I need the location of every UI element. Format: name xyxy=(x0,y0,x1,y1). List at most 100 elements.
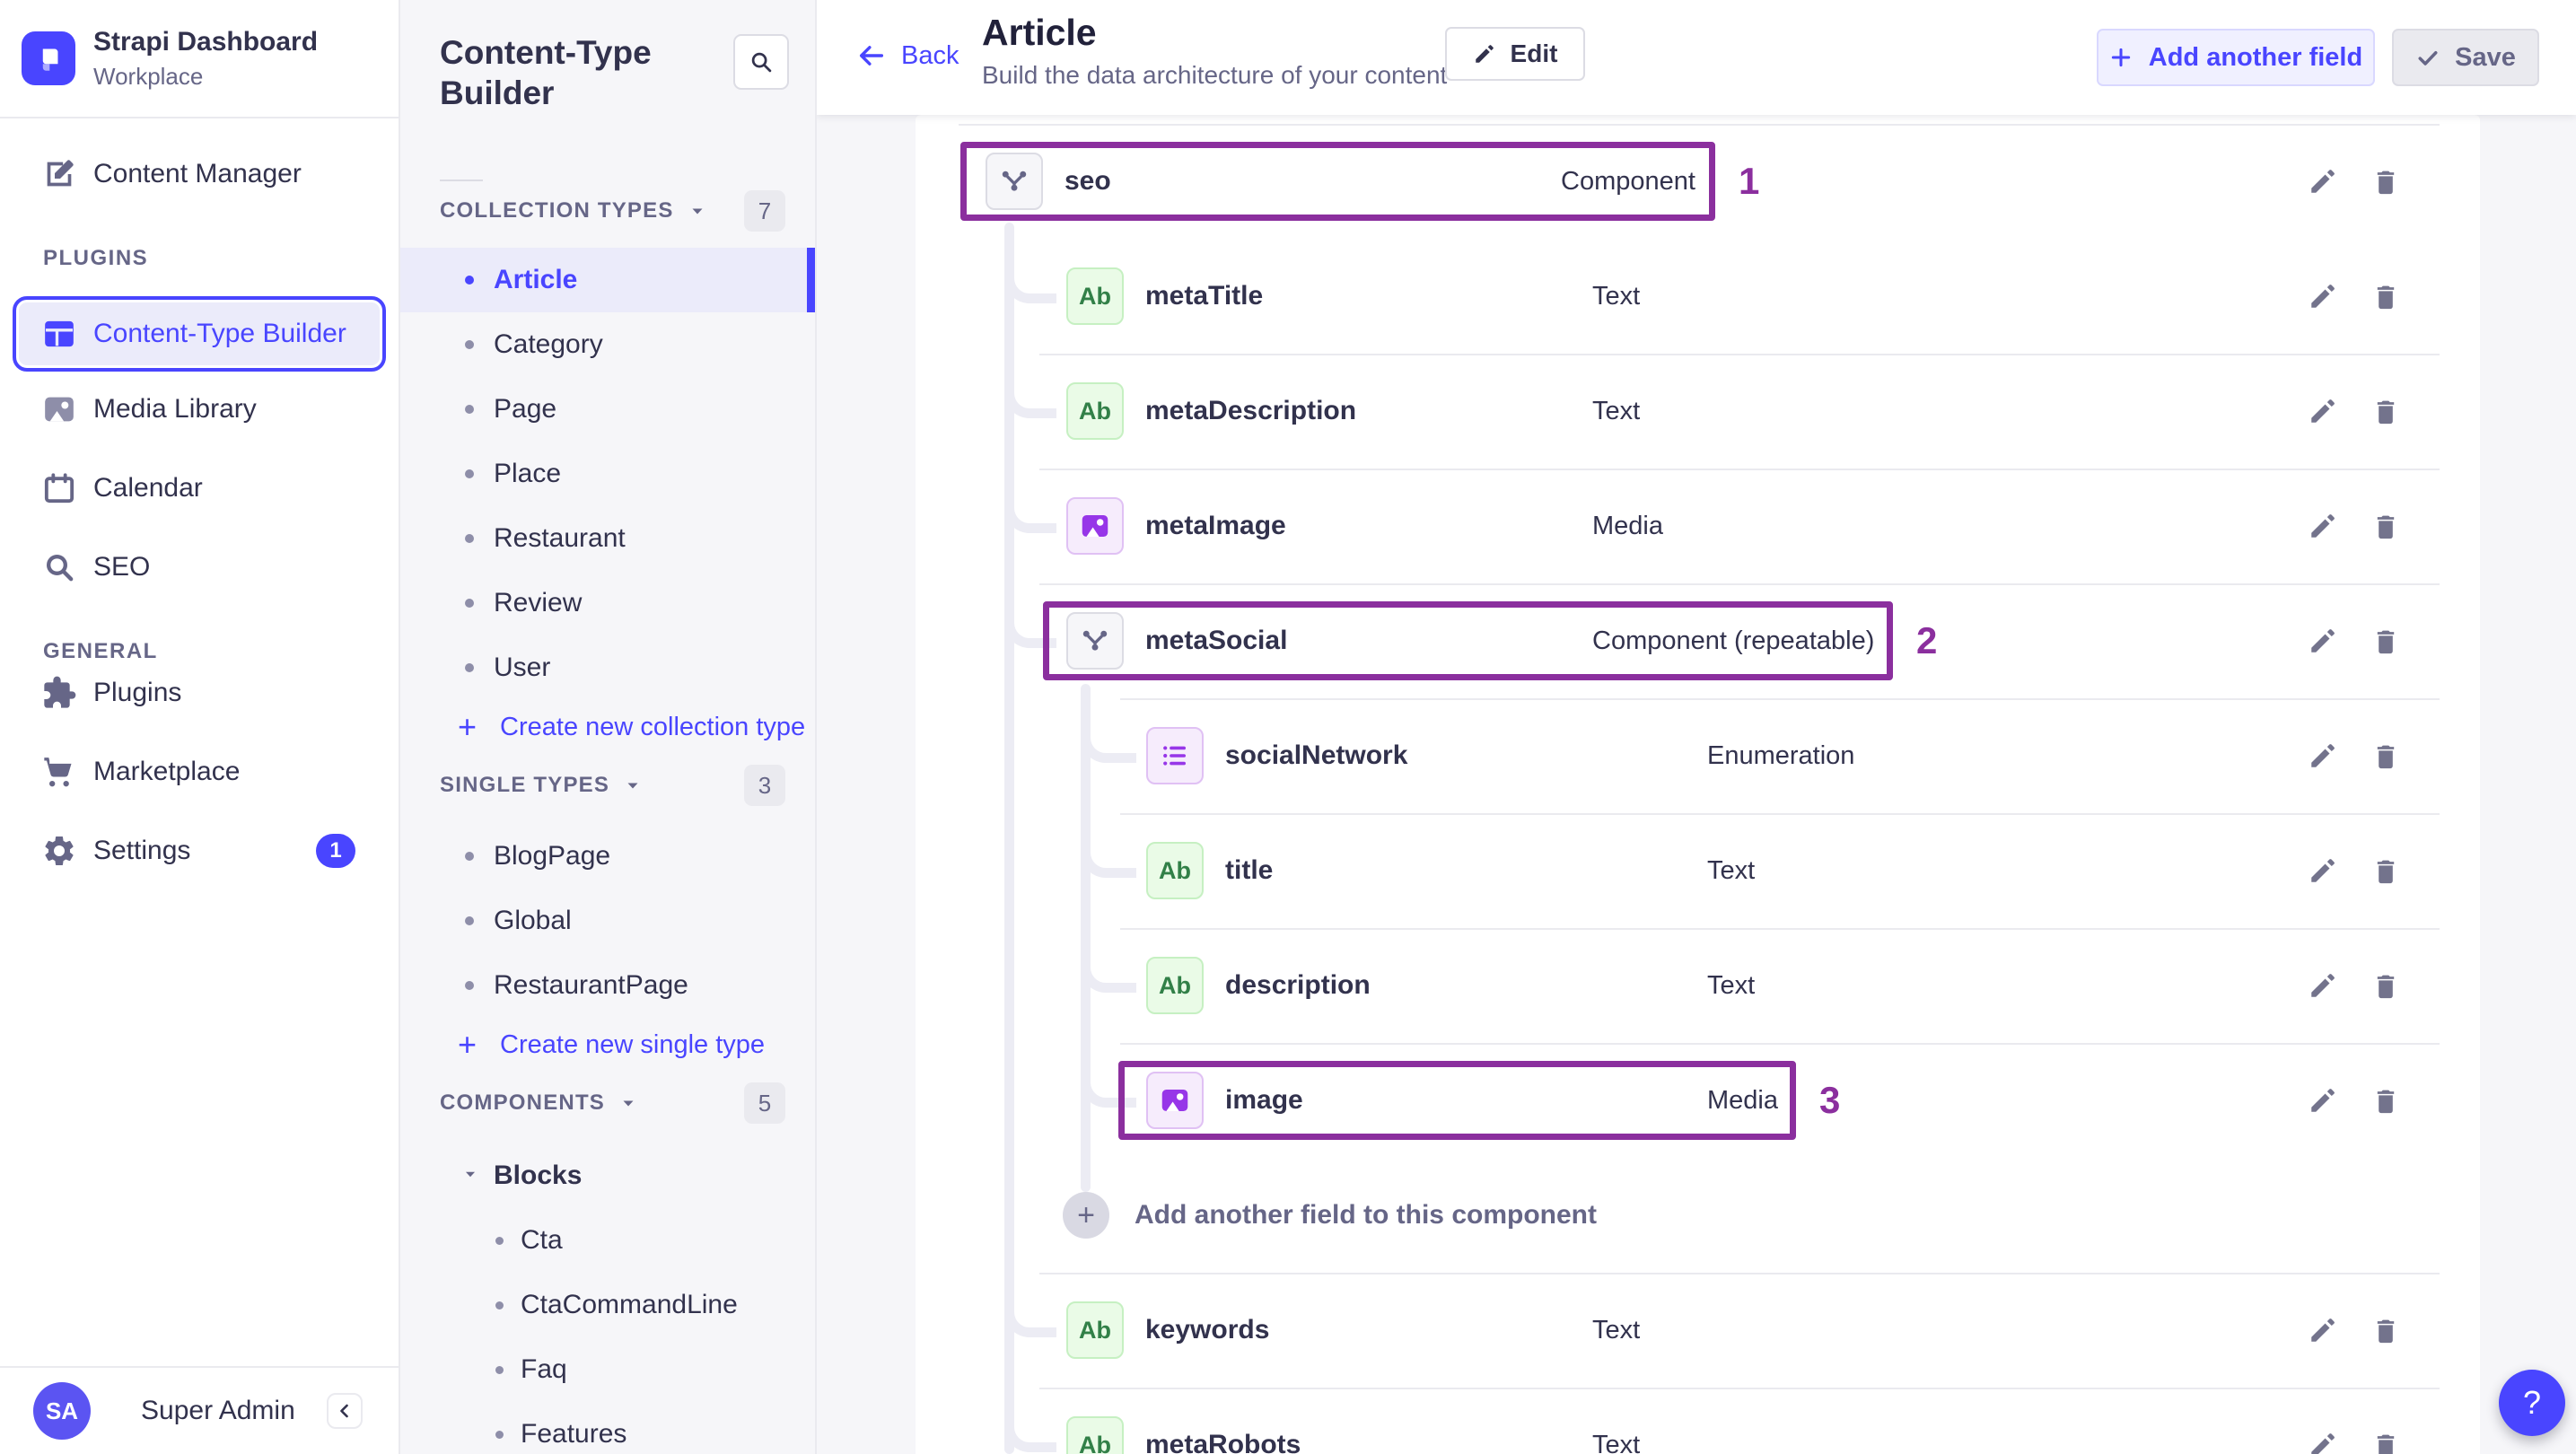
divider xyxy=(440,180,483,182)
delete-field-button[interactable] xyxy=(2366,1081,2405,1120)
field-name: metaTitle xyxy=(1145,281,1264,311)
back-link[interactable]: Back xyxy=(856,32,959,79)
content-type-item-review[interactable]: Review xyxy=(400,571,815,635)
edit-field-button[interactable] xyxy=(2303,966,2343,1005)
collection-types-header[interactable]: COLLECTION TYPES 7 xyxy=(400,190,815,232)
components-header[interactable]: COMPONENTS 5 xyxy=(400,1082,815,1125)
delete-field-button[interactable] xyxy=(2366,621,2405,661)
sidebar-item-plugins[interactable]: Plugins xyxy=(13,664,386,722)
user-name: Super Admin xyxy=(141,1396,295,1425)
field-row-metaImage: metaImage Media xyxy=(916,469,2480,583)
delete-field-button[interactable] xyxy=(2366,1425,2405,1454)
content-type-item-global[interactable]: Global xyxy=(400,889,815,953)
annotation-number: 2 xyxy=(1916,619,1938,661)
component-item-cta[interactable]: Cta xyxy=(400,1208,815,1273)
component-group-blocks[interactable]: Blocks xyxy=(400,1143,815,1208)
sidebar-item-marketplace[interactable]: Marketplace xyxy=(13,743,386,801)
edit-field-button[interactable] xyxy=(2303,391,2343,431)
search-button[interactable] xyxy=(733,34,789,90)
add-another-field-button[interactable]: Add another field xyxy=(2097,29,2375,86)
field-row-metaRobots: Ab metaRobots Text xyxy=(916,1388,2480,1454)
page-subtitle: Build the data architecture of your cont… xyxy=(982,61,1448,90)
edit-field-button[interactable] xyxy=(2303,851,2343,890)
content-manager-icon xyxy=(41,156,77,192)
delete-field-button[interactable] xyxy=(2366,391,2405,431)
row-divider xyxy=(1120,1043,2440,1045)
create-collection-type-link[interactable]: + Create new collection type xyxy=(400,700,815,754)
content-type-item-category[interactable]: Category xyxy=(400,312,815,377)
main-sidebar: Strapi Dashboard Workplace Content Manag… xyxy=(0,0,400,1454)
delete-field-button[interactable] xyxy=(2366,736,2405,775)
bullet-icon xyxy=(495,1301,504,1309)
sidebar-item-settings[interactable]: Settings 1 xyxy=(13,822,386,880)
content-type-item-user[interactable]: User xyxy=(400,635,815,700)
content-type-item-page[interactable]: Page xyxy=(400,377,815,442)
sidebar-item-media-library[interactable]: Media Library xyxy=(13,381,386,438)
delete-field-button[interactable] xyxy=(2366,851,2405,890)
delete-field-button[interactable] xyxy=(2366,162,2405,201)
field-name: seo xyxy=(1065,166,1111,196)
plugins-icon xyxy=(41,675,77,711)
delete-field-button[interactable] xyxy=(2366,966,2405,1005)
component-label: Features xyxy=(521,1419,627,1450)
add-field-row: + Add another field to this component xyxy=(916,1158,2480,1273)
content-type-label: BlogPage xyxy=(494,841,611,872)
bullet-icon xyxy=(465,469,474,479)
field-row-seo: seo Component 1 xyxy=(916,124,2480,239)
annotation-number: 1 xyxy=(1739,160,1760,202)
component-field-icon xyxy=(1066,612,1124,670)
pencil-icon xyxy=(1475,45,1494,63)
main-navigation: Content Manager PLUGINS Content-Type Bui… xyxy=(0,118,399,880)
edit-field-button[interactable] xyxy=(2303,162,2343,201)
edit-field-button[interactable] xyxy=(2303,276,2343,316)
save-button[interactable]: Save xyxy=(2392,29,2539,86)
media-library-icon xyxy=(41,391,77,427)
sidebar-item-content-manager[interactable]: Content Manager xyxy=(13,145,386,203)
edit-button[interactable]: Edit xyxy=(1445,27,1585,81)
field-row-metaSocial: metaSocial Component (repeatable) 2 xyxy=(916,583,2480,698)
edit-field-button[interactable] xyxy=(2303,621,2343,661)
content-type-item-blogpage[interactable]: BlogPage xyxy=(400,824,815,889)
edit-field-button[interactable] xyxy=(2303,506,2343,546)
chevron-down-icon xyxy=(618,1092,639,1114)
plus-icon: + xyxy=(458,708,478,746)
content-type-label: Article xyxy=(494,265,578,295)
collapse-sidebar-button[interactable] xyxy=(327,1393,363,1429)
strapi-app: Strapi Dashboard Workplace Content Manag… xyxy=(0,0,2576,1454)
component-item-features[interactable]: Features xyxy=(400,1402,815,1454)
content-type-label: Review xyxy=(494,588,583,618)
avatar[interactable]: SA xyxy=(33,1382,91,1440)
content-type-item-article[interactable]: Article xyxy=(400,248,815,313)
sidebar-item-label: Content Manager xyxy=(93,159,302,188)
help-button[interactable]: ? xyxy=(2499,1370,2565,1436)
text-field-icon: Ab xyxy=(1066,267,1124,325)
delete-field-button[interactable] xyxy=(2366,506,2405,546)
strapi-logo-icon[interactable] xyxy=(22,31,75,85)
sidebar-item-content-type-builder[interactable]: Content-Type Builder xyxy=(13,296,386,372)
bullet-icon xyxy=(465,276,474,285)
field-row-image: image Media 3 xyxy=(916,1043,2480,1158)
single-types-header[interactable]: SINGLE TYPES 3 xyxy=(400,765,815,807)
delete-field-button[interactable] xyxy=(2366,1310,2405,1350)
content-type-item-restaurantpage[interactable]: RestaurantPage xyxy=(400,953,815,1018)
content-type-item-restaurant[interactable]: Restaurant xyxy=(400,506,815,571)
delete-field-button[interactable] xyxy=(2366,276,2405,316)
add-field-to-component-label[interactable]: Add another field to this component xyxy=(1135,1158,1597,1273)
edit-field-button[interactable] xyxy=(2303,736,2343,775)
edit-field-button[interactable] xyxy=(2303,1425,2343,1454)
sidebar-item-calendar[interactable]: Calendar xyxy=(13,460,386,517)
search-icon xyxy=(751,52,772,73)
edit-field-button[interactable] xyxy=(2303,1081,2343,1120)
sidebar-item-seo[interactable]: SEO xyxy=(13,539,386,596)
edit-field-button[interactable] xyxy=(2303,1310,2343,1350)
field-name: metaDescription xyxy=(1145,396,1357,425)
content-type-item-place[interactable]: Place xyxy=(400,442,815,506)
single-types-count: 3 xyxy=(744,765,785,807)
bullet-icon xyxy=(495,1236,504,1245)
annotation-box xyxy=(1118,1061,1796,1140)
create-single-type-link[interactable]: + Create new single type xyxy=(400,1018,815,1072)
component-item-faq[interactable]: Faq xyxy=(400,1337,815,1402)
add-field-to-component-button[interactable]: + xyxy=(1063,1192,1109,1239)
component-item-ctacommandline[interactable]: CtaCommandLine xyxy=(400,1273,815,1337)
content-type-label: User xyxy=(494,653,551,683)
